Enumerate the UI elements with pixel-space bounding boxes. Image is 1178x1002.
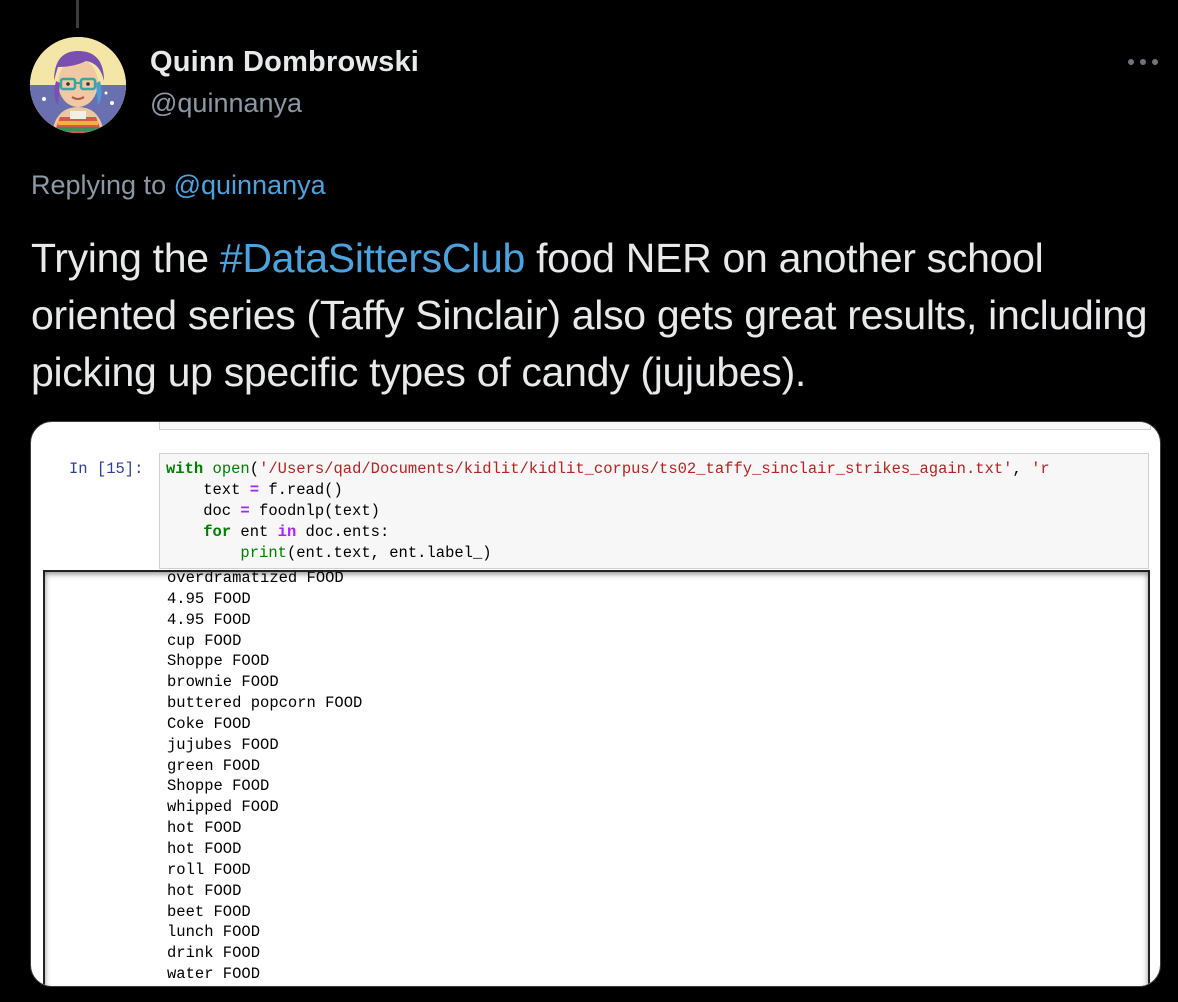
output-line: whipped FOOD xyxy=(167,798,279,817)
thread-line xyxy=(76,0,79,28)
avatar-illustration-icon xyxy=(30,37,126,133)
output-line: Shoppe FOOD xyxy=(167,652,270,671)
output-line: cup FOOD xyxy=(167,631,242,650)
code-line-4: for ent in doc.ents: xyxy=(203,523,390,541)
code-line-1: with open('/Users/qad/Documents/kidlit/k… xyxy=(166,460,1050,478)
tweet-text: Trying the #DataSittersClub food NER on … xyxy=(31,230,1161,401)
output-line: lunch FOOD xyxy=(167,923,261,942)
output-line: buttered popcorn FOOD xyxy=(167,694,363,713)
output-line: water FOOD xyxy=(167,965,261,984)
replying-to-handle-link[interactable]: @quinnanya xyxy=(174,170,326,200)
code-line-3: doc = foodnlp(text) xyxy=(166,502,380,520)
output-line: brownie FOOD xyxy=(167,673,279,692)
cell-prompt: In [15]: xyxy=(69,460,144,478)
previous-cell-fragment xyxy=(31,422,1160,430)
output-line: hot FOOD xyxy=(167,839,242,858)
output-line: Coke FOOD xyxy=(167,714,251,733)
more-options-button[interactable] xyxy=(1124,46,1164,76)
more-horizontal-icon xyxy=(1140,59,1146,65)
output-line: drink FOOD xyxy=(167,944,261,963)
more-horizontal-icon xyxy=(1152,59,1158,65)
hashtag-link[interactable]: #DataSittersClub xyxy=(220,235,525,281)
display-name[interactable]: Quinn Dombrowski xyxy=(150,46,419,79)
code-cell: with open('/Users/qad/Documents/kidlit/k… xyxy=(159,453,1149,569)
code-line-2: text = f.read() xyxy=(166,481,343,499)
replying-to-label: Replying to xyxy=(31,170,174,200)
output-line: overdramatized FOOD xyxy=(167,570,344,587)
output-line: 4.95 FOOD xyxy=(167,589,251,608)
user-handle[interactable]: @quinnanya xyxy=(150,88,302,119)
code-line-5: print(ent.text, ent.label_) xyxy=(240,544,492,562)
tweet-image[interactable]: In [15]: with open('/Users/qad/Documents… xyxy=(30,421,1161,987)
output-line: hot FOOD xyxy=(167,819,242,838)
more-horizontal-icon xyxy=(1128,59,1134,65)
replying-to-line: Replying to @quinnanya xyxy=(31,170,326,201)
output-line: roll FOOD xyxy=(167,860,251,879)
avatar[interactable] xyxy=(30,37,126,133)
output-line: 4.95 FOOD xyxy=(167,610,251,629)
output-line: Shoppe FOOD xyxy=(167,777,270,796)
output-line: beet FOOD xyxy=(167,902,251,921)
output-line: jujubes FOOD xyxy=(167,735,279,754)
output-line: hot FOOD xyxy=(167,881,242,900)
cell-output: overdramatized FOOD 4.95 FOOD 4.95 FOOD cup… xyxy=(43,570,1150,986)
tweet-text-start: Trying the xyxy=(31,235,220,281)
output-lines: overdramatized FOOD 4.95 FOOD 4.95 FOOD cup… xyxy=(167,570,363,985)
output-line: green FOOD xyxy=(167,756,261,775)
